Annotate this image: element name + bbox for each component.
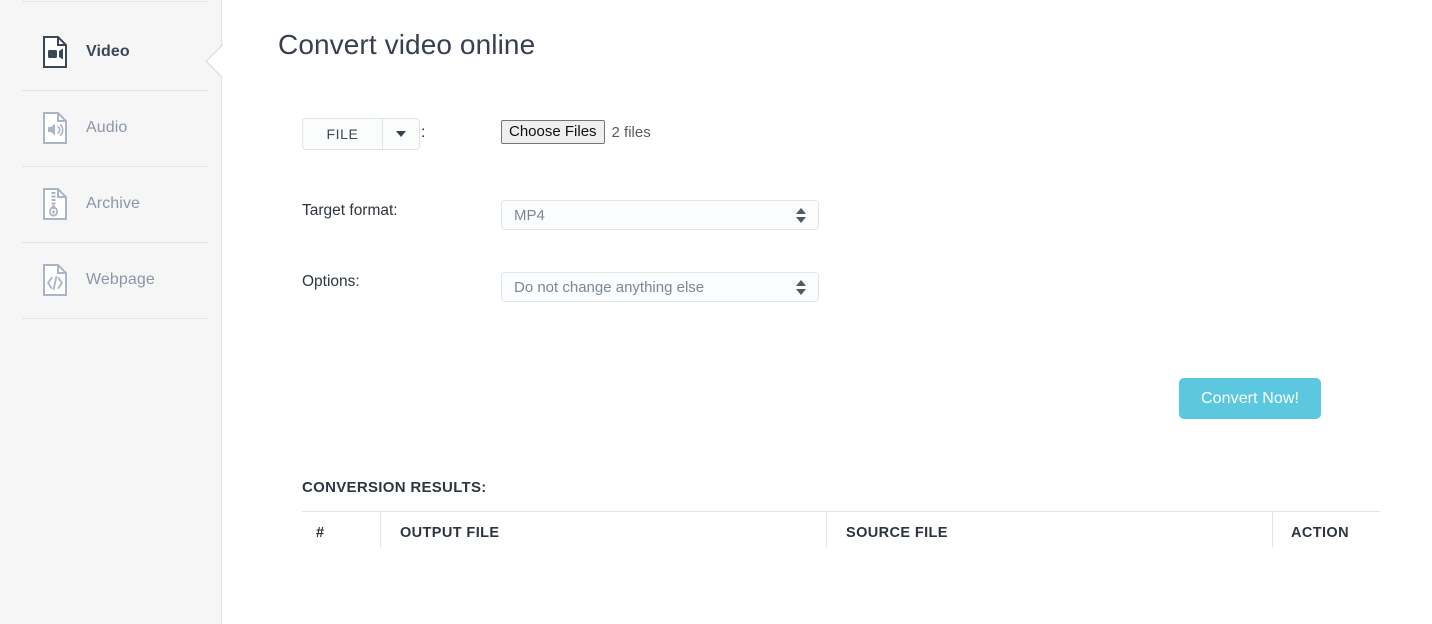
sidebar-divider [22, 1, 208, 2]
chevron-down-icon [396, 131, 406, 137]
source-type-button-group[interactable]: FILE [302, 118, 420, 150]
options-select[interactable]: Do not change anything else [501, 272, 819, 302]
sidebar-item-webpage[interactable]: Webpage [0, 242, 221, 318]
choose-files-button[interactable]: Choose Files [501, 120, 605, 145]
conversion-results-title: CONVERSION RESULTS: [302, 479, 487, 496]
sidebar: Video Audio Archive Webpage [0, 0, 222, 624]
source-type-dropdown-toggle[interactable] [382, 118, 420, 150]
column-separator [826, 512, 827, 548]
file-input[interactable]: Choose Files 2 files [501, 120, 651, 145]
options-label: Options: [302, 273, 360, 290]
main-content: Convert video online FILE : Choose Files… [222, 0, 1432, 624]
stepper-arrows-icon [796, 206, 806, 224]
column-header-action: ACTION [1291, 525, 1349, 541]
page-title: Convert video online [278, 28, 536, 60]
webpage-file-icon [42, 264, 68, 296]
target-format-value: MP4 [514, 206, 545, 224]
conversion-results-table: # OUTPUT FILE SOURCE FILE ACTION [302, 511, 1380, 624]
table-header-row: # OUTPUT FILE SOURCE FILE ACTION [302, 512, 1380, 554]
selected-file-count: 2 files [611, 123, 651, 141]
archive-file-icon [42, 188, 68, 220]
source-type-button[interactable]: FILE [302, 118, 382, 150]
column-separator [1272, 512, 1273, 548]
stepper-arrows-icon [796, 278, 806, 296]
column-header-index: # [316, 525, 325, 541]
video-file-icon [42, 36, 68, 68]
target-format-label: Target format: [302, 202, 398, 219]
source-row-colon: : [421, 124, 426, 141]
convert-now-button[interactable]: Convert Now! [1179, 378, 1321, 419]
sidebar-item-video[interactable]: Video [0, 14, 221, 90]
sidebar-item-audio[interactable]: Audio [0, 90, 221, 166]
sidebar-item-label: Video [86, 43, 130, 60]
options-value: Do not change anything else [514, 278, 705, 296]
target-format-select[interactable]: MP4 [501, 200, 819, 230]
audio-file-icon [42, 112, 68, 144]
column-header-output-file: OUTPUT FILE [400, 525, 500, 541]
column-separator [380, 512, 381, 548]
column-header-source-file: SOURCE FILE [846, 525, 948, 541]
sidebar-item-label: Archive [86, 195, 141, 212]
sidebar-item-label: Audio [86, 119, 128, 136]
page-root: Video Audio Archive Webpage Convert vide… [0, 0, 1432, 624]
sidebar-item-label: Webpage [86, 271, 155, 288]
sidebar-divider [22, 318, 208, 319]
sidebar-item-archive[interactable]: Archive [0, 166, 221, 242]
